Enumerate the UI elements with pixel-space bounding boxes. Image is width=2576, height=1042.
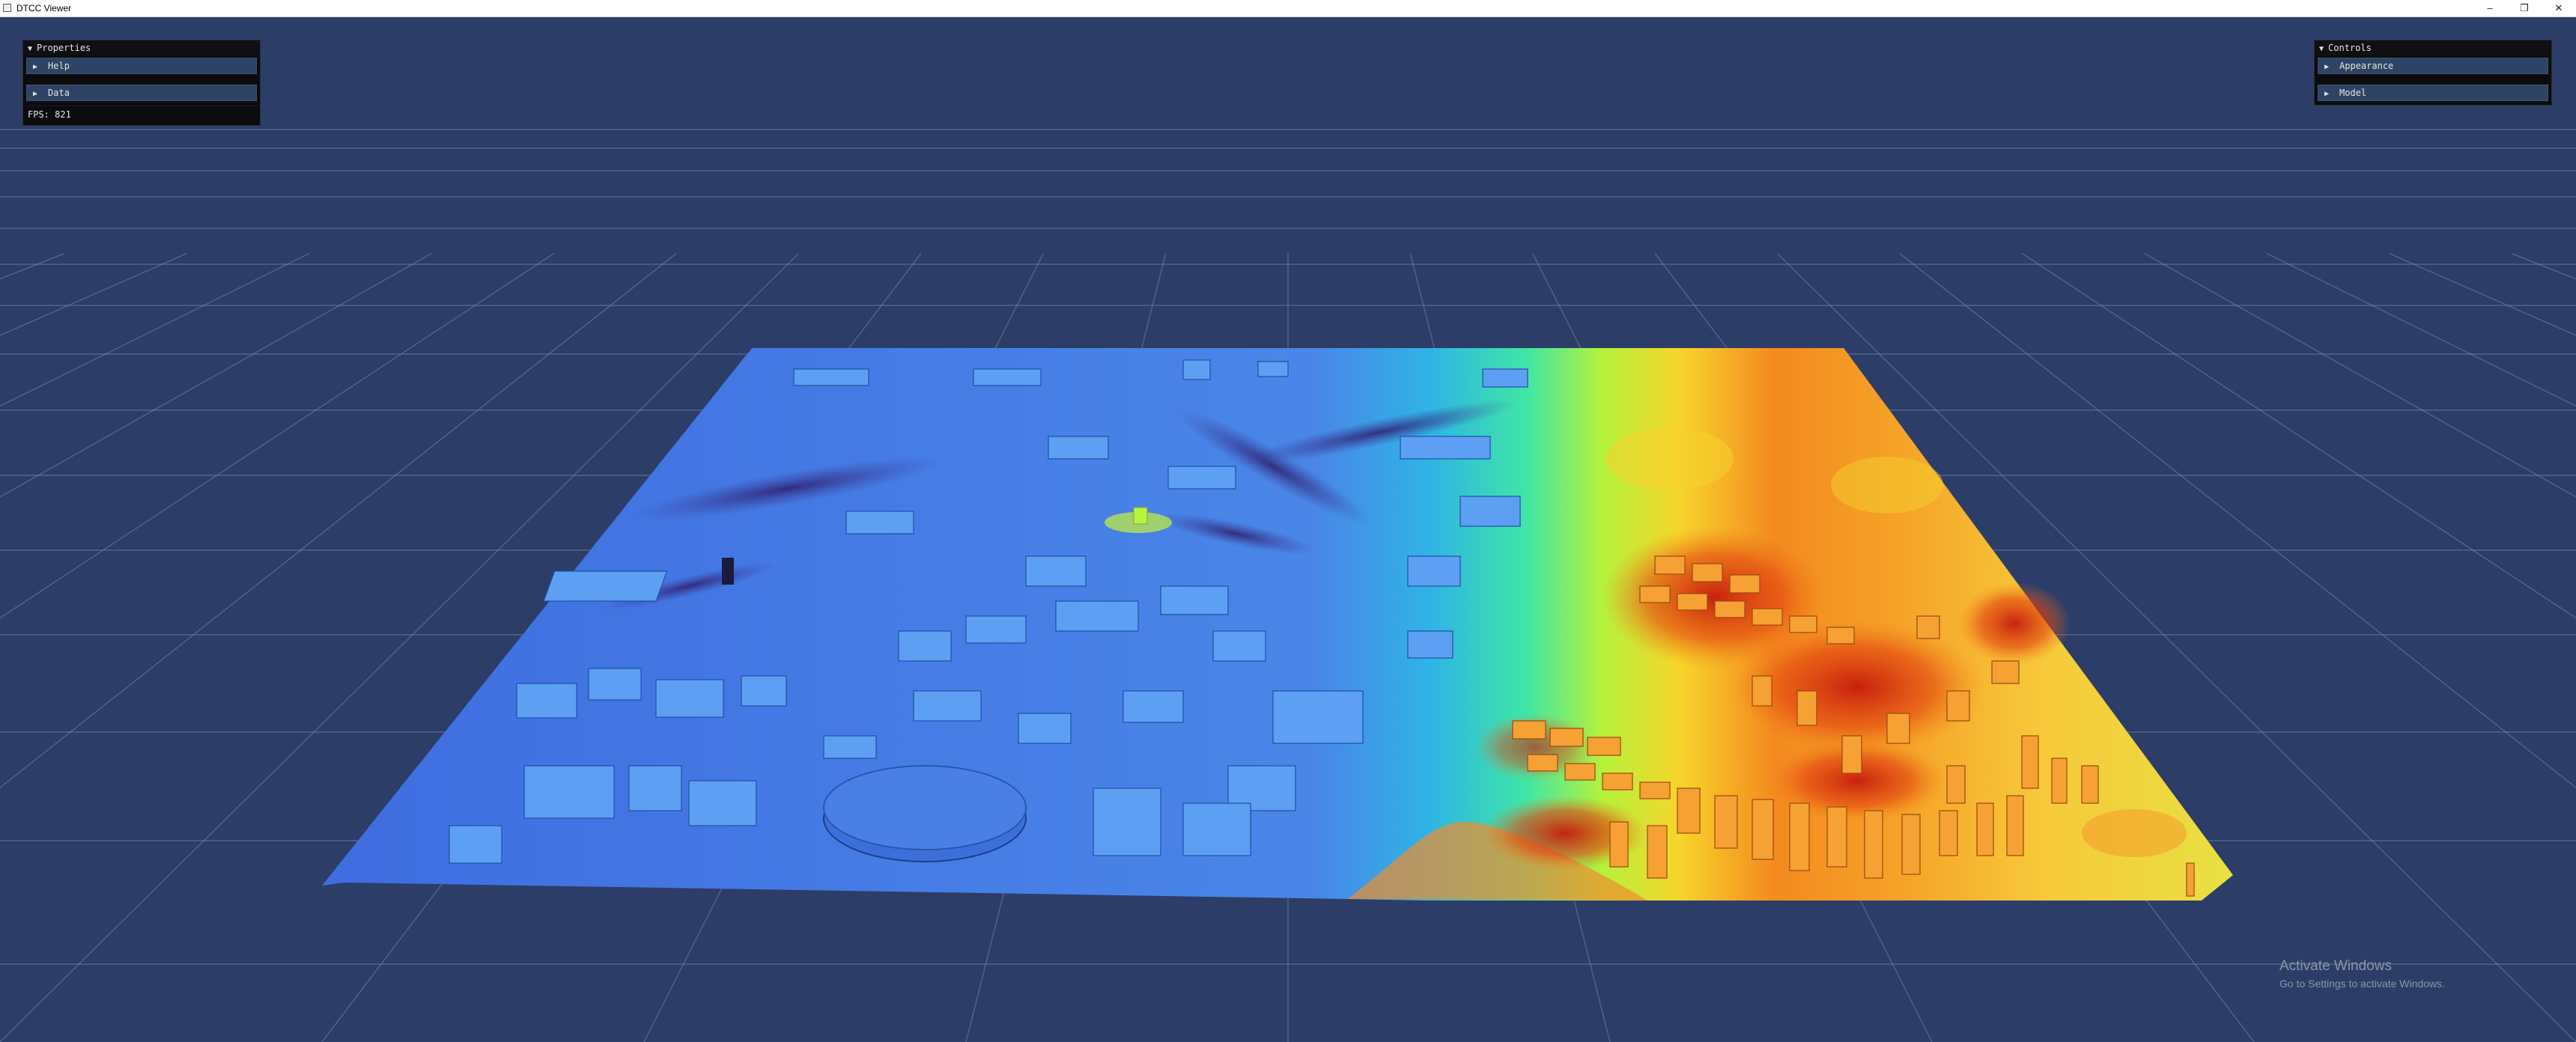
grid-line	[0, 252, 65, 280]
building-block	[1826, 627, 1855, 645]
fps-counter: FPS: 821	[23, 106, 260, 123]
city-heatmap-model	[322, 348, 2233, 901]
building-block	[1789, 802, 1810, 871]
grid-line	[2389, 252, 2576, 336]
grid-line	[2021, 252, 2576, 619]
minimize-button[interactable]: –	[2473, 0, 2507, 16]
watermark-line1: Activate Windows	[2279, 958, 2392, 974]
building-block	[1939, 810, 1958, 856]
building-block	[2186, 862, 2195, 897]
building-block	[1677, 787, 1701, 834]
grid-line	[2266, 252, 2576, 407]
building-block	[1901, 814, 1921, 875]
building-block	[1991, 660, 2020, 684]
building-block	[1609, 821, 1629, 868]
building-block	[1796, 690, 1817, 726]
controls-header[interactable]: ▼ Controls	[2315, 40, 2551, 55]
properties-panel[interactable]: ▼ Properties ▶ Help ▶ Data FPS: 821	[22, 40, 261, 126]
controls-panel[interactable]: ▼ Controls ▶ Appearance ▶ Model	[2314, 40, 2552, 106]
data-section-header[interactable]: ▶ Data	[26, 85, 257, 101]
grid-line	[0, 252, 555, 619]
building-block	[1916, 615, 1940, 639]
building-block	[1639, 782, 1671, 799]
appearance-label: Appearance	[2339, 61, 2394, 71]
app-icon	[3, 4, 11, 12]
grid-line	[0, 252, 187, 336]
building-block	[1639, 585, 1671, 603]
building-block	[1527, 754, 1558, 772]
3d-viewport[interactable]	[0, 17, 2576, 1042]
maximize-button[interactable]: ❐	[2507, 0, 2542, 16]
building-block	[1864, 810, 1883, 879]
building-block	[1549, 728, 1584, 747]
triangle-right-icon: ▶	[33, 90, 38, 98]
building-block	[1564, 763, 1596, 781]
building-block	[1946, 765, 1966, 804]
model-label: Model	[2339, 88, 2367, 98]
building-block	[1946, 690, 1970, 722]
help-section-header[interactable]: ▶ Help	[26, 58, 257, 74]
building-block	[2021, 735, 2039, 789]
properties-header[interactable]: ▼ Properties	[23, 40, 260, 55]
stadium	[823, 765, 1027, 862]
building-block	[1587, 737, 1621, 756]
building-block	[1729, 574, 1761, 594]
building-block	[1976, 802, 1994, 856]
window-title: DTCC Viewer	[16, 3, 72, 13]
activate-windows-watermark: Activate Windows Go to Settings to activ…	[2279, 958, 2445, 990]
grid-line	[2144, 252, 2576, 498]
title-bar[interactable]: DTCC Viewer – ❐ ✕	[0, 0, 2576, 17]
building-block	[2081, 765, 2099, 804]
properties-title: Properties	[37, 43, 91, 53]
building-block	[2006, 795, 2024, 856]
building-block	[1752, 675, 1772, 707]
building-block	[1654, 555, 1686, 575]
triangle-right-icon: ▶	[33, 63, 38, 71]
model-section-header[interactable]: ▶ Model	[2318, 85, 2548, 101]
building-block	[1841, 735, 1862, 774]
triangle-down-icon: ▼	[2319, 45, 2324, 53]
building-block	[1886, 713, 1910, 744]
building-block	[1752, 799, 1774, 860]
watermark-line2: Go to Settings to activate Windows.	[2279, 978, 2445, 990]
building-block	[1714, 600, 1746, 618]
grid-line	[0, 252, 310, 407]
building-block	[2051, 758, 2068, 804]
building-block	[1647, 825, 1668, 879]
data-label: Data	[48, 88, 70, 98]
help-label: Help	[48, 61, 70, 71]
building-block	[1826, 806, 1847, 868]
building-block	[1602, 773, 1633, 790]
close-button[interactable]: ✕	[2542, 0, 2576, 16]
building-block	[1789, 615, 1817, 633]
building-block	[1677, 593, 1708, 611]
triangle-right-icon: ▶	[2324, 90, 2330, 98]
appearance-section-header[interactable]: ▶ Appearance	[2318, 58, 2548, 74]
triangle-down-icon: ▼	[28, 45, 33, 53]
grid-line	[0, 252, 432, 498]
building-block	[1692, 563, 1723, 582]
building-block	[1752, 608, 1783, 626]
controls-title: Controls	[2328, 43, 2372, 53]
grid-line	[2511, 252, 2576, 280]
building-block	[1714, 795, 1738, 849]
building-block	[1512, 720, 1546, 740]
triangle-right-icon: ▶	[2324, 63, 2330, 71]
